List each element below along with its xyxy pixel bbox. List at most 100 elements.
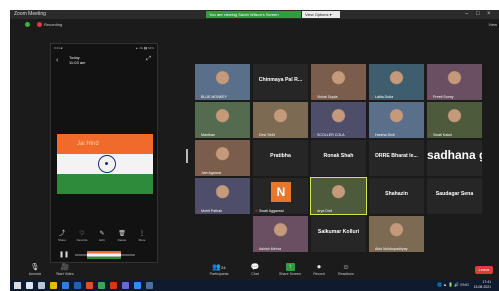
- phone-tool-label: Edit: [99, 238, 105, 242]
- windows-start-icon[interactable]: [14, 282, 21, 289]
- edge-icon[interactable]: [62, 282, 69, 289]
- participant-tile[interactable]: N ✕Swati Aggarwal: [253, 178, 308, 214]
- participant-tile[interactable]: Pratibha: [253, 140, 308, 176]
- participant-tile[interactable]: ✕BLUE MONKEY: [195, 64, 250, 100]
- participant-tile[interactable]: ✕Jiah Agarwal: [195, 140, 250, 176]
- participant-tile[interactable]: ✕Lalita Dutta: [369, 64, 424, 100]
- task-view-icon[interactable]: [38, 282, 45, 289]
- windows-taskbar: 🌐 ▲ 🔋 🔊 ENG 17:41 13-08-2021: [10, 280, 499, 291]
- language-indicator[interactable]: ENG: [460, 282, 469, 287]
- back-arrow-icon[interactable]: ‹: [56, 57, 58, 64]
- phone-delete-tool[interactable]: 🗑 Delete: [114, 231, 130, 242]
- participant-tile[interactable]: ✕Manthan: [195, 102, 250, 138]
- system-tray[interactable]: 🌐 ▲ 🔋 🔊 ENG: [437, 282, 469, 287]
- recording-dot-icon: [37, 22, 42, 27]
- participant-display-name: Pratibha: [270, 153, 291, 159]
- participant-tile[interactable]: ✕Swati Katuri: [427, 102, 482, 138]
- app-icon[interactable]: [146, 282, 153, 289]
- participant-name-label: ✕Vishal Gupta: [313, 95, 338, 99]
- muted-mic-icon: ✕: [313, 95, 317, 99]
- muted-mic-icon: ✕: [371, 95, 375, 99]
- participant-tile[interactable]: ✕Ashish Mehra: [253, 216, 308, 252]
- flag-green-band: [57, 174, 153, 194]
- participant-name-label: ✕SCOLLER COLA: [313, 133, 345, 137]
- participant-display-name: Ronak Shah: [323, 153, 354, 159]
- participant-display-name: Saudagar Sena: [435, 191, 474, 197]
- share-screen-button[interactable]: ↑ Share Screen: [276, 263, 304, 276]
- shared-screen: 9:41 ■ ▲ 4G ▮▮ 64% ‹ Today 11:03 am ⤢ Ja…: [50, 43, 158, 263]
- unmute-label: Unmute: [28, 272, 42, 276]
- participant-name-label: ✕Swati Aggarwal: [255, 209, 284, 213]
- maximize-button[interactable]: □: [476, 10, 480, 19]
- phone-tool-label: More: [138, 238, 146, 242]
- zoom-icon[interactable]: [134, 282, 141, 289]
- participant-name: Jiah Agarwal: [201, 171, 222, 175]
- record-button[interactable]: ⏺ Record: [310, 263, 328, 276]
- leave-button[interactable]: Leave: [475, 266, 493, 274]
- ashoka-chakra-icon: [98, 155, 116, 173]
- chrome-icon[interactable]: [98, 282, 105, 289]
- reactions-button[interactable]: ☺ Reactions: [334, 263, 358, 276]
- phone-more-tool[interactable]: ⋮ More: [134, 231, 150, 242]
- participant-display-name: Shahazin: [385, 191, 408, 197]
- word-icon[interactable]: [74, 282, 81, 289]
- participant-name-label: ✕Devi Sethi: [255, 133, 275, 137]
- participant-tile[interactable]: ✕Abhi Mukhopadhyay: [369, 216, 424, 252]
- video-timeline[interactable]: ❚❚: [55, 251, 153, 259]
- powerpoint-icon[interactable]: [86, 282, 93, 289]
- participant-tile[interactable]: Shahazin: [369, 178, 424, 214]
- recording-label: Recording: [44, 22, 63, 27]
- microphone-icon: 🎙: [30, 264, 40, 271]
- participant-tile[interactable]: ✕Mohit Pathak: [195, 178, 250, 214]
- muted-mic-icon: ✕: [313, 209, 317, 213]
- participant-tile[interactable]: ✕SCOLLER COLA: [311, 102, 366, 138]
- participant-display-name: Saikumar Kolluri: [317, 229, 360, 235]
- file-explorer-icon[interactable]: [50, 282, 57, 289]
- muted-mic-icon: ✕: [371, 133, 375, 137]
- close-button[interactable]: ×: [487, 10, 491, 19]
- muted-mic-icon: ✕: [429, 95, 433, 99]
- participant-display-name: sadhana gupta: [427, 148, 482, 162]
- view-options-button[interactable]: View Options ▾: [302, 11, 340, 18]
- teams-icon[interactable]: [122, 282, 129, 289]
- phone-edit-tool[interactable]: ✎ Edit: [94, 231, 110, 242]
- participant-tile[interactable]: ✕Devi Sethi: [253, 102, 308, 138]
- security-shield-icon[interactable]: [25, 22, 30, 27]
- share-screen-icon: ↑: [285, 263, 295, 271]
- participant-tile[interactable]: Chinmaya Pal R...: [253, 64, 308, 100]
- participant-tile[interactable]: ✕Harsha Dixit: [369, 102, 424, 138]
- view-button[interactable]: View: [488, 19, 497, 30]
- participant-tile[interactable]: DRRE Bharat le...: [369, 140, 424, 176]
- participants-label: Participants: [209, 272, 229, 276]
- participant-tile[interactable]: Ronak Shah: [311, 140, 366, 176]
- participants-button[interactable]: 👥24 Participants: [202, 263, 236, 276]
- taskbar-clock[interactable]: 17:41 13-08-2021: [474, 280, 491, 290]
- pause-icon[interactable]: ❚❚: [59, 251, 69, 258]
- muted-mic-icon: ✕: [371, 247, 375, 251]
- muted-mic-icon: ✕: [197, 209, 201, 213]
- expand-icon[interactable]: ⤢: [146, 56, 151, 63]
- phone-tool-label: Favorite: [76, 238, 88, 242]
- participant-tile[interactable]: Saudagar Sena: [427, 178, 482, 214]
- participant-tile[interactable]: sadhana gupta: [427, 140, 482, 176]
- unmute-button[interactable]: 🎙 Unmute: [24, 263, 46, 276]
- start-video-button[interactable]: 🎥 Start Video: [52, 263, 78, 276]
- participant-name-label: ✕Abhi Mukhopadhyay: [371, 247, 408, 251]
- participant-tile[interactable]: ✕Arya Dixit: [310, 177, 367, 215]
- viewing-share-banner: You are viewing Sarah Wilson's Screen: [206, 11, 301, 18]
- search-icon[interactable]: [26, 282, 33, 289]
- participant-name: Devi Sethi: [259, 133, 276, 137]
- phone-share-tool[interactable]: ⤴ Share: [54, 231, 70, 242]
- participant-tile[interactable]: ✕Vishal Gupta: [311, 64, 366, 100]
- phone-status-bar: 9:41 ■ ▲ 4G ▮▮ 64%: [54, 46, 154, 50]
- chat-button[interactable]: 💬 Chat: [248, 263, 262, 276]
- participant-name: Ashish Mehra: [259, 247, 281, 251]
- split-divider-handle[interactable]: [186, 149, 188, 163]
- phone-favorite-tool[interactable]: ♡ Favorite: [74, 231, 90, 242]
- timeline-thumbnails[interactable]: [87, 251, 121, 259]
- participant-tile[interactable]: ✕Preeti Sonny: [427, 64, 482, 100]
- heart-icon: ♡: [79, 231, 85, 237]
- participant-tile[interactable]: Saikumar Kolluri: [311, 216, 366, 252]
- office-icon[interactable]: [110, 282, 117, 289]
- minimize-button[interactable]: –: [465, 10, 468, 19]
